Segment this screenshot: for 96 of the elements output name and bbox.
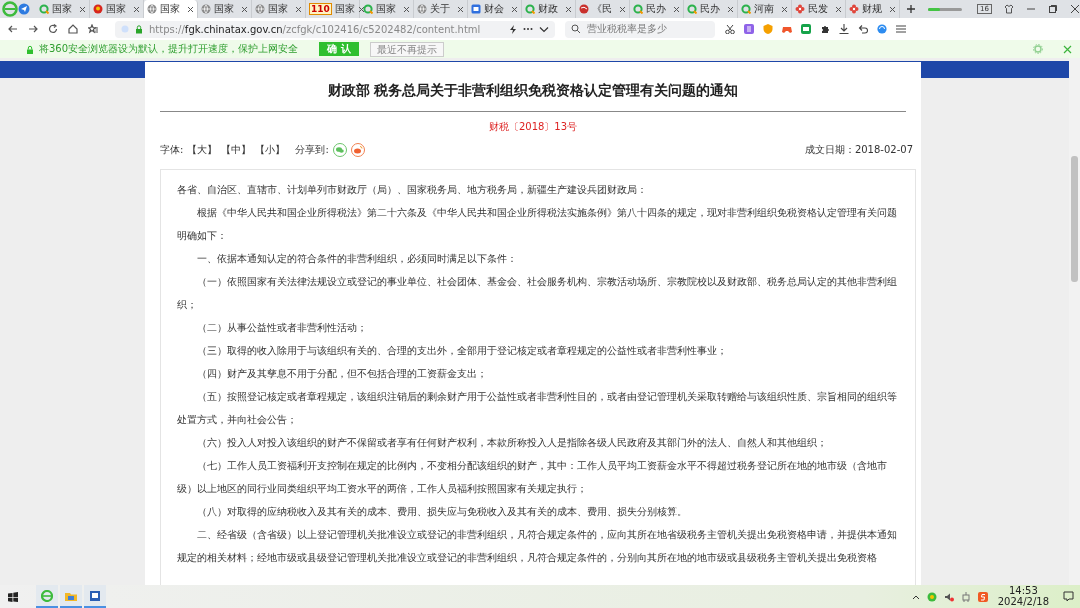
close-icon[interactable] [295,5,302,13]
font-size-link[interactable]: 【小】 [255,143,286,157]
paragraph: 各省、自治区、直辖市、计划单列市财政厅（局）、国家税务局、地方税务局，新疆生产建设兵团财政局： [177,183,648,197]
dismiss-button[interactable]: 最近不再提示 [370,41,445,57]
close-icon[interactable] [403,5,410,13]
clock-time: 14:53 [1008,586,1038,597]
lock-icon [135,24,143,34]
search-field[interactable]: 营业税税率是多少 [565,20,715,38]
shirt-icon[interactable] [1004,4,1014,14]
paragraph: 根据《中华人民共和国企业所得税法》第二十六条及《中华人民共和国企业所得税法实施条例》第八十四条的规定，现对非营利组织免税资格认定管理有关问题明确如下： [177,206,899,243]
flower-icon [795,4,805,14]
ring-icon [687,4,697,14]
paragraph: 一、依据本通知认定的符合条件的非营利组织，必须同时满足以下条件： [196,252,519,266]
send-icon[interactable] [18,3,30,15]
article-title: 财政部 税务总局关于非营利组织免税资格认定管理有关问题的通知 [160,62,906,112]
gamepad-icon[interactable] [782,24,792,34]
flower-icon [849,4,859,14]
book-icon[interactable] [801,24,811,34]
document-number: 财税〔2018〕13号 [487,120,579,134]
forward-icon[interactable] [28,24,38,34]
start-icon[interactable] [8,591,18,602]
input-method-icon[interactable] [977,591,988,602]
close-icon[interactable] [241,5,248,13]
ring-icon [633,4,643,14]
browser-tab[interactable]: 国家 [144,0,198,18]
share-label: 分享到: [295,143,329,157]
undo-icon[interactable] [858,24,868,34]
download-icon[interactable] [839,24,849,34]
back-icon[interactable] [8,24,18,34]
notice-text: 将360安全浏览器设为默认，提升打开速度，保护上网安全 [39,42,299,56]
app-icon [471,4,481,14]
url-text: https://fgk.chinatax.gov.cn/zcfgk/c102416/c5202482/content.html [149,23,482,35]
close-icon[interactable] [357,5,365,13]
new-tab-icon[interactable] [906,4,916,14]
paragraph: （二）从事公益性或者非营利性活动； [196,321,369,335]
address-bar[interactable]: https://fgk.chinatax.gov.cn/zcfgk/c102416/c5202482/content.html [115,20,555,38]
more-icon[interactable] [523,27,533,31]
chevron-down-icon[interactable] [539,25,549,33]
close-icon[interactable] [511,5,518,13]
close-icon[interactable] [1070,4,1080,14]
ring-icon [741,4,751,14]
notification-icon[interactable] [1063,591,1074,602]
close-icon[interactable] [565,5,572,13]
paragraph: （三）取得的收入除用于与该组织有关的、合理的支出外，全部用于登记核定或者章程规定的公益性或者非营利性事业； [196,344,729,358]
window-app-icon[interactable] [89,589,101,602]
close-icon[interactable] [457,5,464,13]
close-icon[interactable] [79,5,86,13]
globe-icon [147,4,157,14]
close-icon[interactable] [619,5,626,13]
close-icon[interactable] [673,5,680,13]
close-icon[interactable] [727,5,734,13]
ring-icon [39,4,49,14]
paragraph: （七）工作人员工资福利开支控制在规定的比例内，不变相分配该组织的财产，其中：工作人员平均工资薪金水平不得超过税务登记所在地的地市级（含地市级）以上地区的同行业同类组织平均工资水平的两倍，工作人员福利按照国家有关规定执行； [177,459,889,496]
browser-logo-icon [2,1,18,17]
emblem-icon [93,4,103,14]
globe-icon [417,4,427,14]
paragraph: （五）按照登记核定或者章程规定，该组织注销后的剩余财产用于公益性或者非营利性目的，或者由登记管理机关采取转赠给与该组织性质、宗旨相同的组织等处置方式，并向社会公告； [177,390,899,427]
chevron-up-icon[interactable] [911,593,920,600]
close-icon[interactable] [187,5,194,13]
site-badge: 110 [309,3,332,15]
restore-icon[interactable] [1048,4,1058,14]
memory-bar-icon [928,6,962,12]
paragraph: 二、经省级（含省级）以上登记管理机关批准设立或登记的非营利组织，凡符合规定条件的，应向其所在地省级税务主管机关提出免税资格申请，并提供本通知规定的相关材料；经地市级或县级登记管理机关批准设立或登记的非营利组织，凡符合规定条件的，分别向其所在地的地市级或县级税务主管机关提出免税资格 [177,528,899,565]
paragraph: （八）对取得的应纳税收入及其有关的成本、费用、损失应与免税收入及其有关的成本、费用、损失分别核算。 [196,505,689,519]
reload-icon[interactable] [48,24,58,34]
speaker-muted-icon[interactable] [943,591,954,602]
scissors-icon[interactable] [725,24,735,34]
font-size-link[interactable]: 【中】 [221,143,252,157]
ring-icon [363,4,373,14]
publish-date: 成文日期：2018-02-07 [804,143,913,157]
paragraph: （一）依照国家有关法律法规设立或登记的事业单位、社会团体、基金会、社会服务机构、宗教活动场所、宗教院校以及财政部、税务总局认定的其他非营利组织； [177,275,899,312]
lock-icon [26,44,34,54]
scrollbar[interactable] [1069,58,1080,585]
weibo-icon[interactable] [350,143,365,157]
clock-date: 2024/2/18 [997,596,1049,607]
network-icon[interactable] [960,591,971,602]
ball-icon [579,4,589,14]
favorites-icon[interactable] [88,24,99,34]
close-icon[interactable] [781,5,788,13]
close-icon[interactable] [835,5,842,13]
sync-icon[interactable] [877,24,887,34]
search-icon [571,24,581,34]
close-icon[interactable] [889,5,896,13]
menu-icon[interactable] [896,24,906,34]
list-app-icon[interactable] [744,24,754,34]
globe-icon [201,4,211,14]
font-size-link[interactable]: 【大】 [187,143,218,157]
font-size-label: 字体: [160,143,184,157]
paragraph: （四）财产及其孳息不用于分配，但不包括合理的工资薪金支出； [196,367,489,381]
lightning-icon[interactable] [509,24,517,34]
extensions-icon[interactable] [820,24,830,34]
paragraph: （六）投入人对投入该组织的财产不保留或者享有任何财产权利，本款所称投入人是指除各级人民政府及其部门外的法人、自然人和其他组织； [196,436,829,450]
ring-icon [525,4,535,14]
close-icon[interactable] [133,5,140,13]
home-icon[interactable] [68,24,78,34]
globe-icon [255,4,265,14]
